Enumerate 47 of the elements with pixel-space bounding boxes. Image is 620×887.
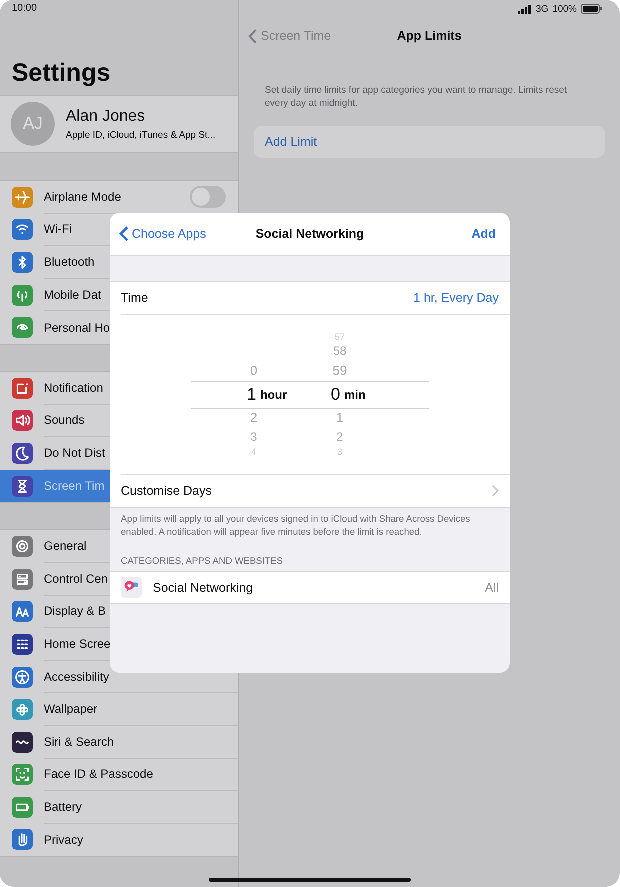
section-header: CATEGORIES, APPS AND WEBSITES <box>121 556 284 566</box>
settings-label: Control Cen <box>44 572 108 586</box>
time-value: 1 hr, Every Day <box>414 291 499 305</box>
app-label: Social Networking <box>153 580 254 594</box>
status-time: 10:00 <box>12 3 38 14</box>
picker-value: 59 <box>332 362 348 380</box>
network-label: 3G <box>536 4 549 14</box>
page-title: App Limits <box>397 29 462 43</box>
settings-label: Bluetooth <box>44 254 95 269</box>
time-label: Time <box>121 291 148 305</box>
settings-label: Airplane Mode <box>44 190 122 204</box>
picker-selected-value: 0 <box>331 384 340 404</box>
settings-label: Battery <box>44 800 82 814</box>
settings-label: Siri & Search <box>44 734 114 749</box>
footer-note: App limits will apply to all your devices signed in to iCloud with Share Across Devices enabled. A notification will appear five minutes before the limit is reached. <box>121 513 472 539</box>
settings-label: Screen Tim <box>44 479 105 494</box>
settings-label: Wallpaper <box>44 702 98 716</box>
settings-label: Do Not Dist <box>44 446 106 460</box>
picker-unit: min <box>344 388 366 402</box>
picker-value: 2 <box>249 409 259 427</box>
picker-unit: hour <box>260 388 288 402</box>
profile-name: Alan Jones <box>66 108 146 126</box>
settings-label: Sounds <box>44 413 85 428</box>
picker-value: 1 <box>335 409 345 427</box>
avatar-initials: AJ <box>11 102 55 146</box>
settings-label: Home Scree <box>44 636 111 651</box>
settings-label: Privacy <box>44 832 84 847</box>
picker-selected-value: 1 <box>247 384 256 404</box>
description-text: Set daily time limits for app categories you want to manage. Limits reset every day at midnight. <box>265 84 568 110</box>
settings-label: Accessibility <box>44 670 110 684</box>
settings-label: Mobile Dat <box>44 288 102 302</box>
picker-value: 3 <box>250 429 258 446</box>
picker-value: 0 <box>249 362 259 380</box>
settings-label: Face ID & Passcode <box>44 767 154 782</box>
picker-value: 2 <box>336 429 344 446</box>
modal-title: Social Networking <box>256 227 364 241</box>
customise-days-label: Customise Days <box>121 484 212 498</box>
battery-percent: 100% <box>552 4 577 14</box>
settings-label: Display & B <box>44 604 106 618</box>
settings-label: Wi-Fi <box>44 222 72 236</box>
settings-label: Personal Ho <box>44 320 110 335</box>
app-scope: All <box>485 580 499 594</box>
picker-value: 58 <box>332 343 348 360</box>
settings-label: General <box>44 539 87 554</box>
settings-title: Settings <box>12 59 111 88</box>
settings-label: Notification <box>44 380 104 395</box>
profile-subtitle: Apple ID, iCloud, iTunes & App St... <box>66 130 216 140</box>
